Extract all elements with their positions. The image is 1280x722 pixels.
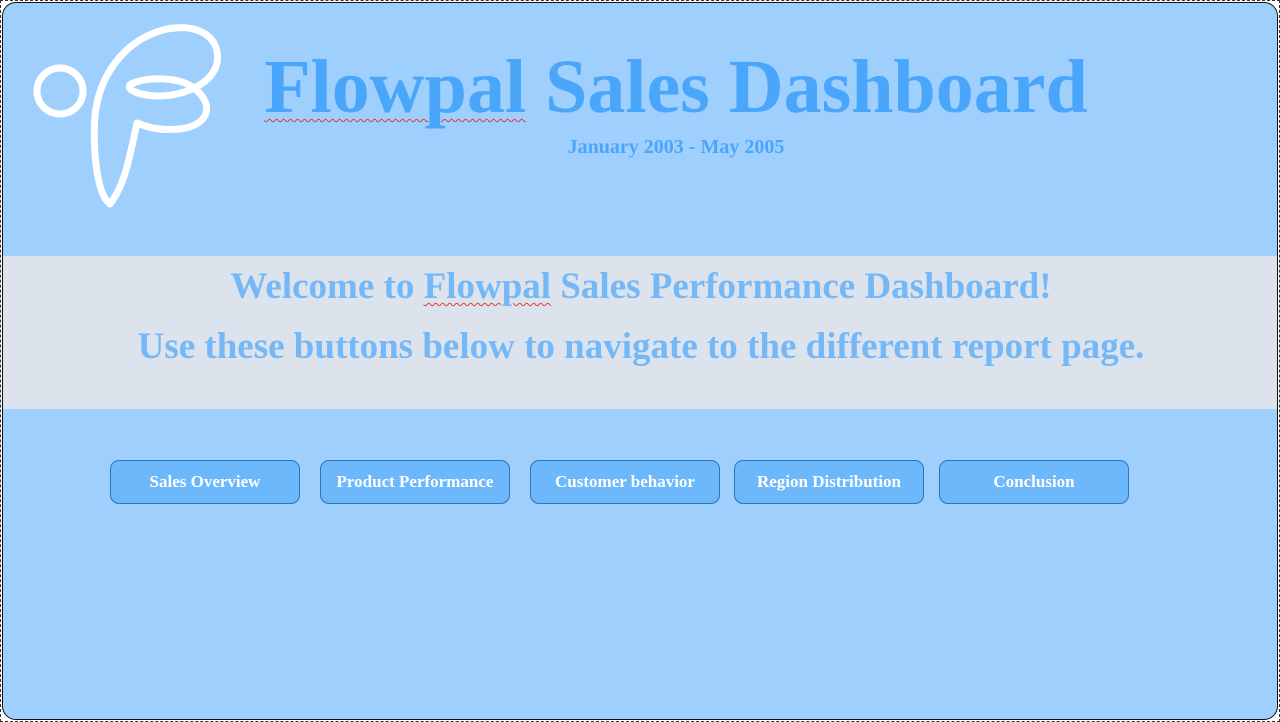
title-brand: Flowpal [264, 45, 527, 129]
welcome-banner: Welcome to Flowpal Sales Performance Das… [3, 256, 1277, 409]
welcome-instructions: Use these buttons below to navigate to t… [137, 326, 1145, 367]
welcome-heading: Welcome to Flowpal Sales Performance Das… [3, 264, 1277, 310]
date-range-subtitle: January 2003 - May 2005 [567, 136, 785, 158]
conclusion-button[interactable]: Conclusion [939, 460, 1129, 504]
welcome-prefix: Welcome to [230, 266, 424, 307]
welcome-suffix: Sales Performance Dashboard! [551, 266, 1052, 307]
region-distribution-button[interactable]: Region Distribution [734, 460, 924, 504]
title-text: Sales Dashboard [526, 45, 1088, 129]
welcome-brand: Flowpal [423, 266, 552, 307]
customer-behavior-button[interactable]: Customer behavior [530, 460, 720, 504]
dashboard-canvas: Flowpal Sales Dashboard January 2003 - M… [2, 2, 1278, 720]
page-title: Flowpal Sales Dashboard [3, 43, 1277, 131]
report-navigation: Sales Overview Product Performance Custo… [3, 460, 1277, 506]
sales-overview-button[interactable]: Sales Overview [110, 460, 300, 504]
product-performance-button[interactable]: Product Performance [320, 460, 510, 504]
